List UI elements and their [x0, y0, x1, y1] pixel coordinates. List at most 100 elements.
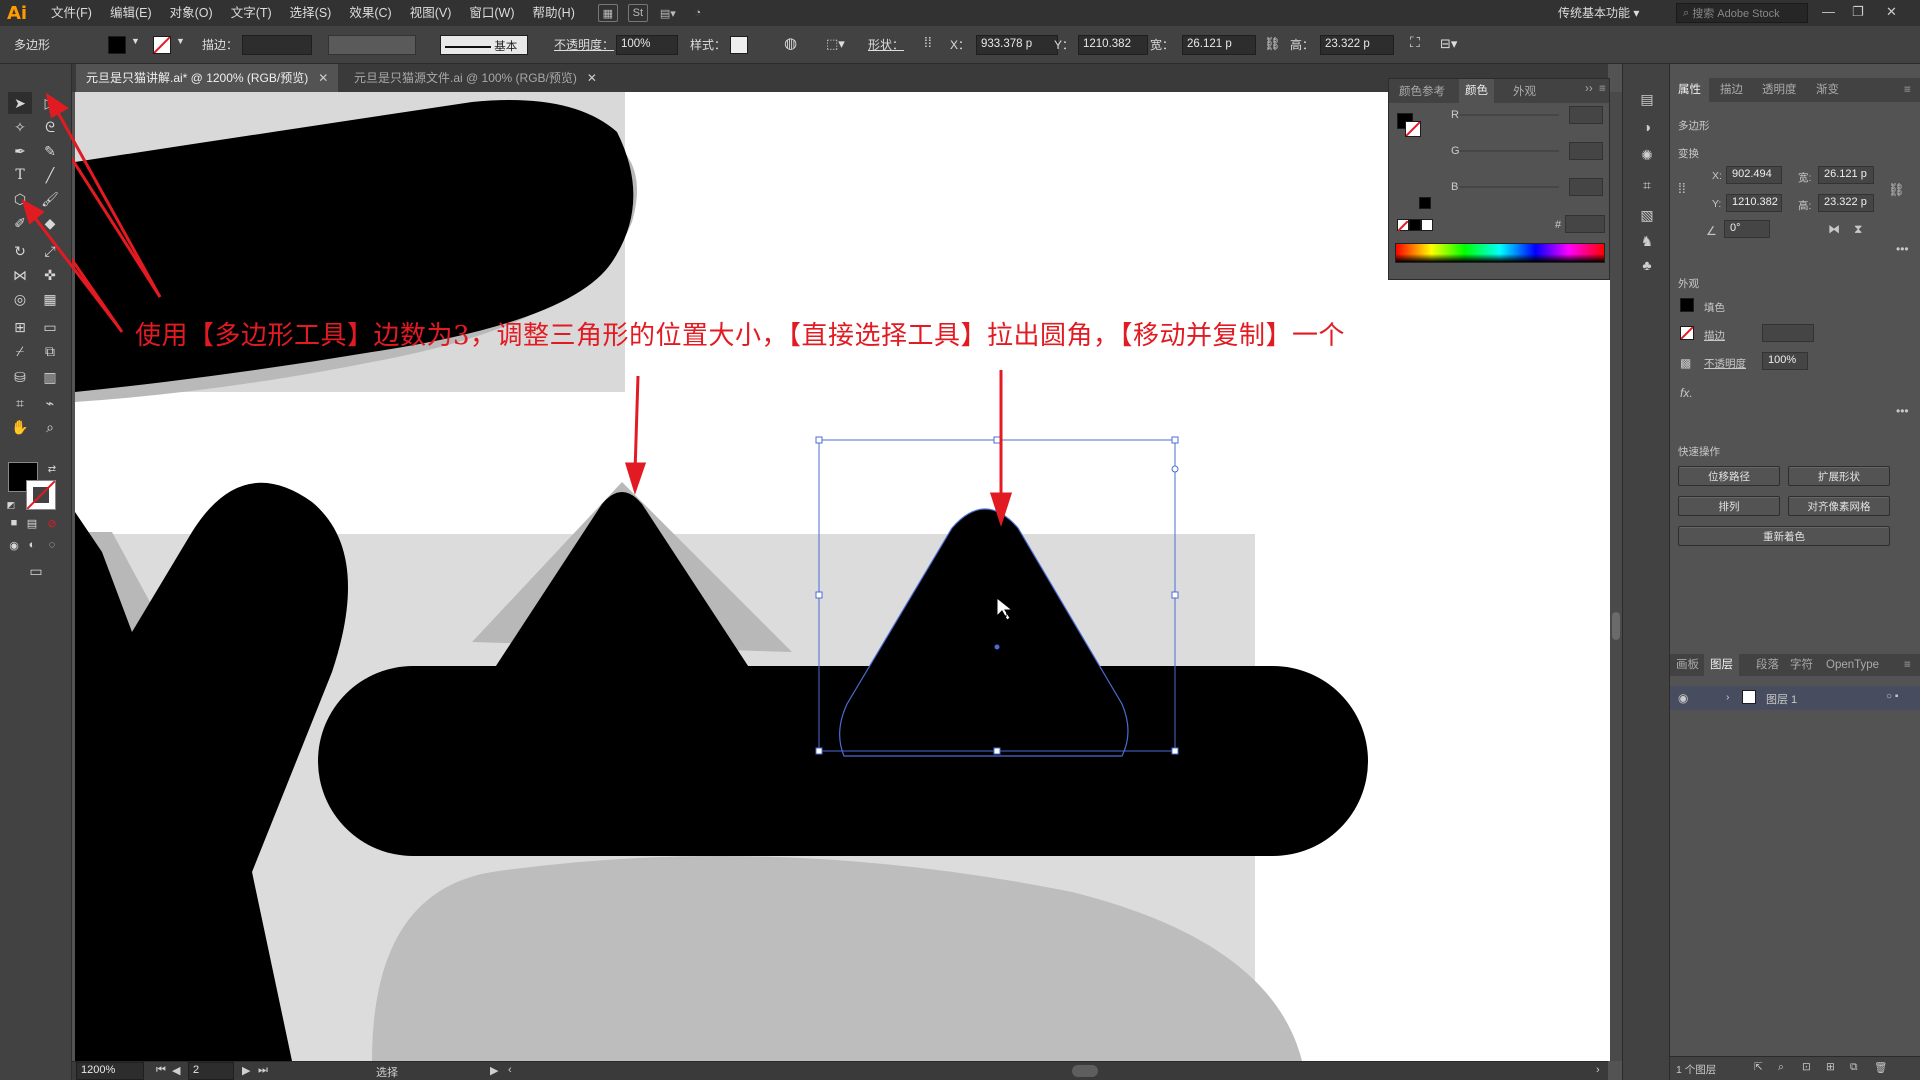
restore-icon[interactable]: ❐ [1852, 0, 1864, 24]
stroke-color-box[interactable] [26, 480, 56, 510]
layer-name[interactable]: 图层 1 [1766, 691, 1797, 707]
rotate-handle[interactable] [1171, 465, 1179, 473]
canvas[interactable]: 使用【多边形工具】边数为3，调整三角形的位置大小，【直接选择工具】拉出圆角，【移… [72, 92, 1610, 1061]
tab-character[interactable]: 字符 [1790, 654, 1813, 676]
close-icon[interactable]: ✕ [318, 71, 328, 85]
hscroll-thumb[interactable] [1072, 1065, 1098, 1077]
more-options-icon[interactable]: ••• [1896, 242, 1909, 256]
out-of-gamut-swatch[interactable] [1419, 197, 1431, 209]
delete-layer-icon[interactable]: 🗑 [1874, 1061, 1887, 1074]
channel-g-slider[interactable] [1459, 142, 1603, 160]
close-icon[interactable]: ✕ [1886, 0, 1897, 24]
width-tool-icon[interactable]: ⋈ [8, 264, 32, 286]
tab-appearance[interactable]: 外观 [1513, 83, 1536, 99]
channel-g-value[interactable] [1569, 142, 1603, 160]
offset-path-button[interactable]: 位移路径 [1678, 466, 1780, 486]
isolate-icon[interactable]: ⊟▾ [1440, 36, 1457, 52]
properties-panel-icon[interactable]: ▤ [1635, 88, 1659, 110]
width-field[interactable]: 26.121 p [1818, 166, 1874, 184]
flip-horizontal-icon[interactable]: ⧓ [1828, 222, 1840, 236]
white-swatch[interactable] [1421, 219, 1433, 231]
expand-shape-button[interactable]: 扩展形状 [1788, 466, 1890, 486]
color-spectrum[interactable] [1395, 243, 1605, 263]
opacity-field[interactable]: 100% [616, 35, 678, 55]
line-tool-icon[interactable]: ╱ [38, 164, 62, 186]
curvature-tool-icon[interactable]: ✎ [38, 140, 62, 162]
y-field[interactable]: 1210.382 [1726, 194, 1782, 212]
brushes-panel-icon[interactable]: ✺ [1635, 144, 1659, 166]
gpu-performance-icon[interactable]: ◔ [688, 4, 708, 22]
collapse-icon[interactable]: ›› [1585, 83, 1593, 95]
shape-label[interactable]: 形状： [868, 36, 904, 53]
recolor-icon[interactable]: ◍ [784, 34, 797, 52]
menu-window[interactable]: 窗口(W) [460, 0, 523, 26]
menu-edit[interactable]: 编辑(E) [101, 0, 161, 26]
paintbrush-tool-icon[interactable]: 🖌 [38, 188, 62, 210]
tab-document-2[interactable]: 元旦是只猫源文件.ai @ 100% (RGB/预览) ✕ [344, 64, 607, 92]
opacity-field[interactable]: 100% [1762, 352, 1808, 370]
stock-search-input[interactable]: ⌕ 搜索 Adobe Stock [1676, 3, 1808, 23]
perspective-grid-tool-icon[interactable]: ▦ [38, 288, 62, 310]
opacity-label[interactable]: 不透明度： [554, 36, 614, 53]
menu-effect[interactable]: 效果(C) [340, 0, 400, 26]
zoom-field[interactable]: 1200% [76, 1062, 144, 1080]
artboard-tool-icon[interactable]: ⌗ [8, 392, 32, 414]
expand-arrow-icon[interactable]: › [1726, 691, 1730, 703]
rotate-tool-icon[interactable]: ↻ [8, 240, 32, 262]
channel-b-slider[interactable] [1459, 178, 1603, 196]
height-field[interactable]: 23.322 p [1320, 35, 1394, 55]
symbol-sprayer-tool-icon[interactable]: ⛁ [8, 366, 32, 388]
layer-row[interactable]: ◉ › 图层 1 ○ ▪ [1670, 686, 1920, 710]
align-pixel-grid-button[interactable]: 对齐像素网格 [1788, 496, 1890, 516]
target-icon[interactable]: ○ ▪ [1886, 691, 1898, 702]
tab-transparency[interactable]: 透明度 [1762, 78, 1797, 102]
appearance-stroke-swatch[interactable] [1680, 326, 1694, 340]
gradient-mode-icon[interactable]: ▤ [24, 512, 40, 534]
more-options-icon[interactable]: ••• [1896, 404, 1909, 418]
swap-colors-icon[interactable]: ⇄ [44, 458, 60, 480]
workspace-switcher[interactable]: 传统基本功能 ▾ [1558, 0, 1639, 26]
export-icon[interactable]: ⇱ [1754, 1061, 1763, 1073]
last-artboard-icon[interactable]: ⏭ [258, 1064, 268, 1077]
minimize-icon[interactable]: — [1822, 0, 1835, 24]
channel-r-value[interactable] [1569, 106, 1603, 124]
menu-help[interactable]: 帮助(H) [524, 0, 584, 26]
cp-stroke-swatch[interactable] [1405, 121, 1421, 137]
graphic-styles-panel-icon[interactable]: ▧ [1635, 204, 1659, 226]
tab-gradient[interactable]: 渐变 [1816, 78, 1839, 102]
hex-field[interactable] [1565, 215, 1605, 233]
graphic-style-swatch[interactable] [730, 36, 748, 54]
chevron-down-icon[interactable]: ▼ [176, 36, 185, 46]
x-field[interactable]: 902.494 [1726, 166, 1782, 184]
channel-r-slider[interactable] [1459, 106, 1603, 124]
hand-tool-icon[interactable]: ✋ [8, 416, 32, 438]
align-icon[interactable]: ⬚▾ [826, 36, 845, 52]
direct-selection-tool-icon[interactable]: ▷ [38, 92, 62, 114]
tab-layers[interactable]: 图层 [1704, 654, 1739, 676]
stroke-weight-field[interactable] [242, 35, 312, 55]
panel-menu-icon[interactable]: ≡ [1904, 78, 1911, 102]
magic-wand-tool-icon[interactable]: ✧ [8, 116, 32, 138]
club-panel-icon[interactable]: ♣ [1635, 254, 1659, 276]
new-sublayer-icon[interactable]: ⊞ [1826, 1061, 1835, 1073]
selection-tool-icon[interactable]: ➤ [8, 92, 32, 114]
stroke-swatch[interactable] [153, 36, 171, 54]
recolor-button[interactable]: 重新着色 [1678, 526, 1890, 546]
symbols-panel-icon[interactable]: ⌗ [1635, 174, 1659, 196]
opacity-label[interactable]: 不透明度 [1704, 356, 1746, 371]
eraser-tool-icon[interactable]: ◆ [38, 212, 62, 234]
lasso-tool-icon[interactable]: ᘓ [38, 116, 62, 138]
locate-object-icon[interactable]: ⌕ [1778, 1061, 1784, 1074]
reference-point-icon[interactable]: ⁞⁞ [1678, 180, 1686, 196]
puppet-warp-tool-icon[interactable]: ✜ [38, 264, 62, 286]
tab-color[interactable]: 颜色 [1459, 79, 1494, 103]
visibility-eye-icon[interactable]: ◉ [1678, 691, 1688, 705]
panel-menu-icon[interactable]: ≡ [1599, 83, 1606, 95]
first-artboard-icon[interactable]: ⏮ [156, 1064, 166, 1077]
shape-builder-tool-icon[interactable]: ◎ [8, 288, 32, 310]
next-artboard-icon[interactable]: ▶ [242, 1064, 250, 1077]
menu-select[interactable]: 选择(S) [281, 0, 341, 26]
width-field[interactable]: 26.121 p [1182, 35, 1256, 55]
close-icon[interactable]: ✕ [587, 71, 597, 85]
shaper-tool-icon[interactable]: ✐ [8, 212, 32, 234]
